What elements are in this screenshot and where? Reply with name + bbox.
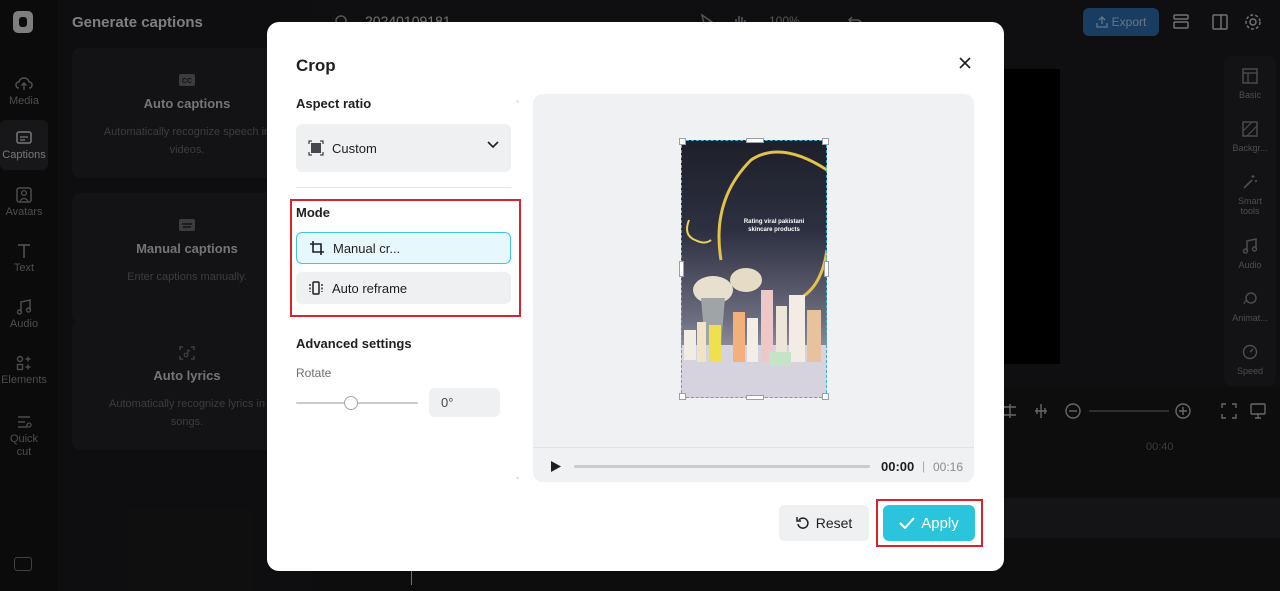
crop-handle-bottom-right[interactable] <box>822 393 829 400</box>
close-button[interactable] <box>954 52 976 74</box>
current-time: 00:00 <box>881 459 915 474</box>
reset-button[interactable]: Reset <box>779 505 869 541</box>
rotate-slider-thumb[interactable] <box>343 396 358 410</box>
close-icon <box>959 57 971 69</box>
preview-player-controls: 00:00 | 00:16 <box>533 447 974 482</box>
auto-reframe-button[interactable]: Auto reframe <box>296 272 511 304</box>
section-divider <box>296 187 511 188</box>
crop-handle-left[interactable] <box>679 261 684 277</box>
crop-dialog: Crop Aspect ratio Custom Mode Manual cr.… <box>267 22 1004 571</box>
crop-frame[interactable] <box>679 138 829 400</box>
aspect-ratio-label: Aspect ratio <box>296 96 372 111</box>
crop-handle-top-left[interactable] <box>679 138 686 145</box>
apply-label: Apply <box>921 514 959 532</box>
settings-scrollbar[interactable] <box>516 100 519 480</box>
rotate-label: Rotate <box>296 366 332 380</box>
apply-button[interactable]: Apply <box>883 505 975 541</box>
playback-progress-bar[interactable] <box>574 465 870 468</box>
mode-label-manual: Manual cr... <box>333 240 401 256</box>
crop-handle-right[interactable] <box>824 261 829 277</box>
advanced-settings-label: Advanced settings <box>296 336 412 351</box>
time-separator: | <box>922 459 926 473</box>
chevron-down-icon <box>487 141 499 149</box>
check-icon <box>899 517 915 529</box>
mode-label: Mode <box>296 205 330 220</box>
crop-icon <box>309 240 325 256</box>
play-icon[interactable] <box>551 461 561 472</box>
reset-icon <box>795 516 810 530</box>
crop-preview-area: Rating viral pakistani skincare products <box>533 94 974 482</box>
mode-label-auto: Auto reframe <box>332 280 408 296</box>
custom-ratio-icon <box>308 140 324 156</box>
dialog-title: Crop <box>296 56 336 75</box>
rotate-input[interactable]: 0° <box>429 388 500 417</box>
total-time: 00:16 <box>933 460 964 474</box>
crop-handle-top-right[interactable] <box>822 138 829 145</box>
crop-handle-bottom-left[interactable] <box>679 393 686 400</box>
reset-label: Reset <box>815 515 853 531</box>
aspect-ratio-value: Custom <box>332 140 377 156</box>
crop-handle-bottom[interactable] <box>746 395 764 400</box>
auto-reframe-icon <box>308 280 324 296</box>
manual-crop-button[interactable]: Manual cr... <box>296 232 511 264</box>
crop-handle-top[interactable] <box>746 138 764 143</box>
aspect-ratio-select[interactable]: Custom <box>296 124 511 172</box>
